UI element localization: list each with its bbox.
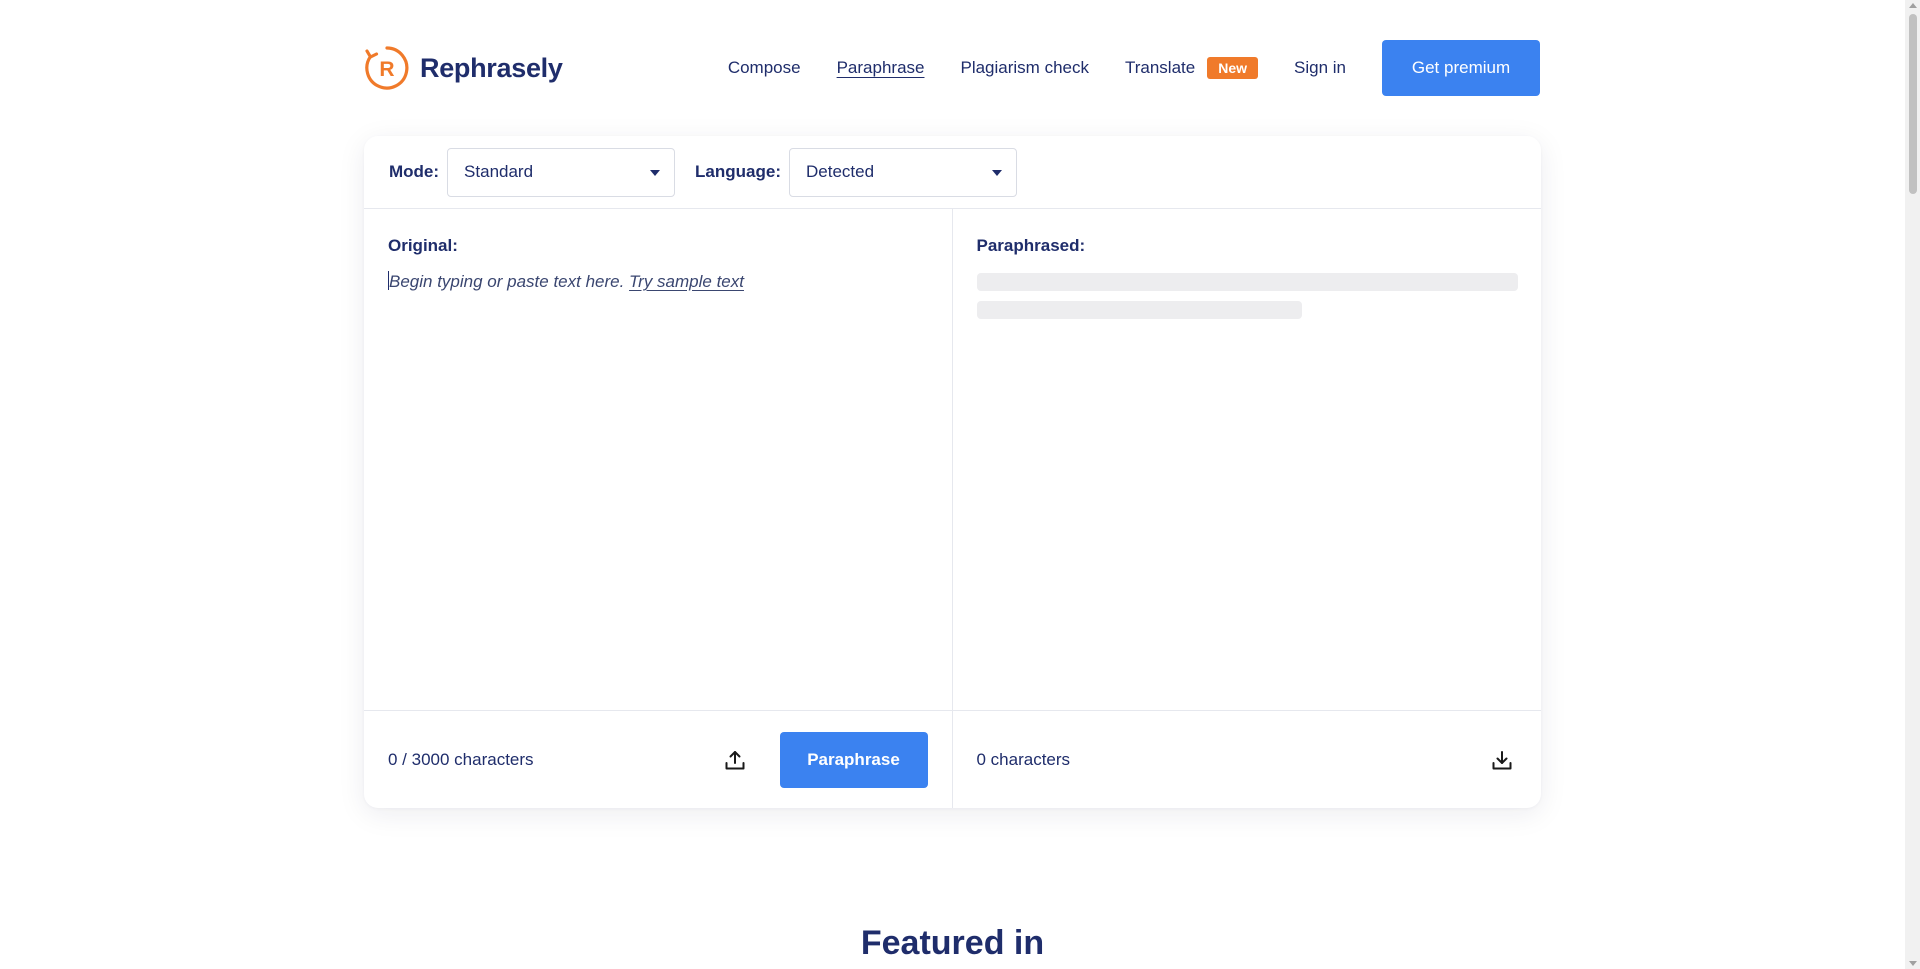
paraphrase-button[interactable]: Paraphrase: [779, 731, 928, 788]
mode-select[interactable]: Standard: [447, 147, 676, 197]
scroll-up-icon[interactable]: [1909, 3, 1917, 8]
nav-translate[interactable]: Translate: [1125, 58, 1195, 78]
mode-value: Standard: [464, 162, 534, 181]
rephrasely-logo-icon: R: [365, 46, 409, 90]
nav-compose[interactable]: Compose: [728, 58, 801, 78]
paraphraser-card: Mode: Standard Language: Detected Origin…: [364, 136, 1541, 808]
paraphrased-label: Paraphrased:: [976, 236, 1086, 255]
page-scrollbar[interactable]: [1905, 0, 1920, 969]
original-label: Original:: [388, 236, 458, 255]
upload-icon[interactable]: [720, 745, 750, 775]
main-nav: Compose Paraphrase Plagiarism check Tran…: [728, 40, 1540, 96]
caret-down-icon: [650, 169, 661, 176]
original-pane: Original: Begin typing or paste text her…: [364, 209, 953, 808]
options-toolbar: Mode: Standard Language: Detected: [364, 136, 1541, 209]
nav-paraphrase[interactable]: Paraphrase: [837, 58, 925, 78]
language-value: Detected: [806, 162, 875, 181]
svg-text:R: R: [379, 58, 394, 81]
input-placeholder: Begin typing or paste text here.: [389, 272, 625, 291]
original-footer: 0 / 3000 characters Paraphrase: [364, 710, 952, 808]
loading-skeleton-line: [976, 273, 1518, 291]
featured-in-heading: Featured in: [860, 924, 1045, 962]
new-badge: New: [1207, 57, 1259, 79]
mode-label: Mode:: [389, 162, 440, 181]
sign-in-link[interactable]: Sign in: [1294, 58, 1346, 78]
site-header: R Rephrasely Compose Paraphrase Plagiari…: [364, 40, 1540, 96]
brand-logo[interactable]: R Rephrasely: [364, 45, 563, 91]
download-icon[interactable]: [1487, 745, 1517, 775]
language-select[interactable]: Detected: [789, 147, 1017, 197]
get-premium-button[interactable]: Get premium: [1382, 40, 1540, 96]
paraphrased-pane: Paraphrased: 0 characters: [952, 209, 1541, 808]
try-sample-text-link[interactable]: Try sample text: [629, 272, 744, 291]
scroll-down-icon[interactable]: [1909, 961, 1917, 966]
nav-plagiarism-check[interactable]: Plagiarism check: [960, 58, 1089, 78]
paraphrased-footer: 0 characters: [952, 710, 1541, 808]
original-text-input[interactable]: Begin typing or paste text here. Try sam…: [388, 271, 928, 671]
editor-panes: Original: Begin typing or paste text her…: [364, 209, 1541, 808]
caret-down-icon: [992, 169, 1002, 176]
paraphrased-character-count: 0 characters: [976, 749, 1071, 769]
brand-name: Rephrasely: [420, 52, 563, 83]
loading-skeleton-line: [976, 301, 1302, 319]
original-character-count: 0 / 3000 characters: [388, 749, 534, 769]
scrollbar-thumb[interactable]: [1909, 14, 1917, 194]
language-label: Language:: [695, 162, 781, 181]
